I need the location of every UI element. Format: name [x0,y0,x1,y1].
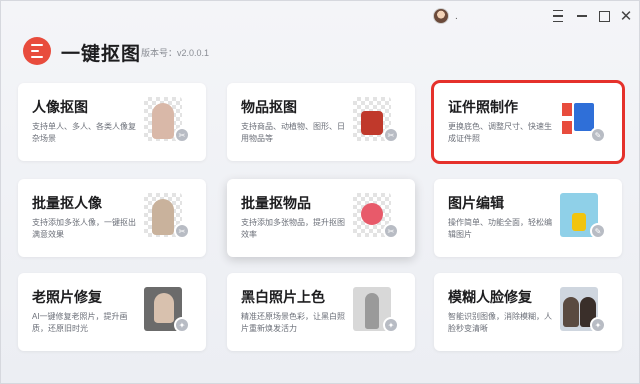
avatar[interactable] [433,8,449,24]
card-title: 图片编辑 [448,195,504,211]
card-title: 物品抠图 [241,99,297,115]
card-desc: 支持单人、多人、各类人像复杂场景 [32,122,136,143]
card-title: 人像抠图 [32,99,88,115]
card-id-photo[interactable]: 证件照制作 更换底色、调整尺寸、快速生成证件照 ✎ [431,80,625,164]
app-title: 一键抠图 [61,44,142,65]
card-desc: 更换底色、调整尺寸、快速生成证件照 [448,122,552,143]
user-name[interactable]: . [455,11,458,22]
card-title: 批量抠物品 [241,195,311,211]
version-label: 版本号：v2.0.0.1 [141,48,210,58]
minimize-icon[interactable] [573,7,591,25]
card-desc: 支持商品、动植物、图形、日用物品等 [241,122,345,143]
menu-icon[interactable] [549,7,567,25]
card-title: 老照片修复 [32,289,102,305]
scissors-icon: ✂ [174,127,190,143]
card-portrait-cutout[interactable]: 人像抠图 支持单人、多人、各类人像复杂场景 ✂ [18,83,206,161]
close-icon[interactable]: ✕ [617,7,635,25]
scissors-icon: ✂ [383,223,399,239]
app-window: . ✕ 一键抠图 版本号：v2.0.0.1 人像抠图 支持单人、多人、各类人像复… [0,0,640,384]
magic-icon: ✦ [590,317,606,333]
scissors-icon: ✂ [174,223,190,239]
card-desc: 支持添加多张物品，提升抠图效率 [241,218,345,239]
card-title: 证件照制作 [448,99,518,115]
title-bar: . ✕ [1,1,640,33]
card-old-photo-restore[interactable]: 老照片修复 AI一键修复老照片，提升画质，还原旧时光 ✦ [18,273,206,351]
edit-icon: ✎ [590,127,606,143]
magic-icon: ✦ [174,317,190,333]
card-title: 批量抠人像 [32,195,102,211]
card-face-deblur[interactable]: 模糊人脸修复 智能识别图像，消除模糊，人脸秒变清晰 ✦ [434,273,622,351]
maximize-icon[interactable] [595,7,613,25]
card-desc: AI一键修复老照片，提升画质，还原旧时光 [32,312,128,333]
card-title: 黑白照片上色 [241,289,325,305]
card-desc: 操作简单、功能全面，轻松编辑图片 [448,218,552,239]
card-image-edit[interactable]: 图片编辑 操作简单、功能全面，轻松编辑图片 ✎ [434,179,622,257]
card-desc: 精准还原场景色彩，让黑白照片重新焕发活力 [241,312,345,333]
card-desc: 支持添加多张人像，一键抠出满意效果 [32,218,136,239]
card-batch-portrait[interactable]: 批量抠人像 支持添加多张人像，一键抠出满意效果 ✂ [18,179,206,257]
edit-icon: ✎ [590,223,606,239]
scissors-icon: ✂ [383,127,399,143]
app-logo-icon [23,37,51,65]
card-desc: 智能识别图像，消除模糊，人脸秒变清晰 [448,312,552,333]
card-batch-object[interactable]: 批量抠物品 支持添加多张物品，提升抠图效率 ✂ [227,179,415,257]
card-bw-colorize[interactable]: 黑白照片上色 精准还原场景色彩，让黑白照片重新焕发活力 ✦ [227,273,415,351]
magic-icon: ✦ [383,317,399,333]
card-title: 模糊人脸修复 [448,289,532,305]
card-object-cutout[interactable]: 物品抠图 支持商品、动植物、图形、日用物品等 ✂ [227,83,415,161]
